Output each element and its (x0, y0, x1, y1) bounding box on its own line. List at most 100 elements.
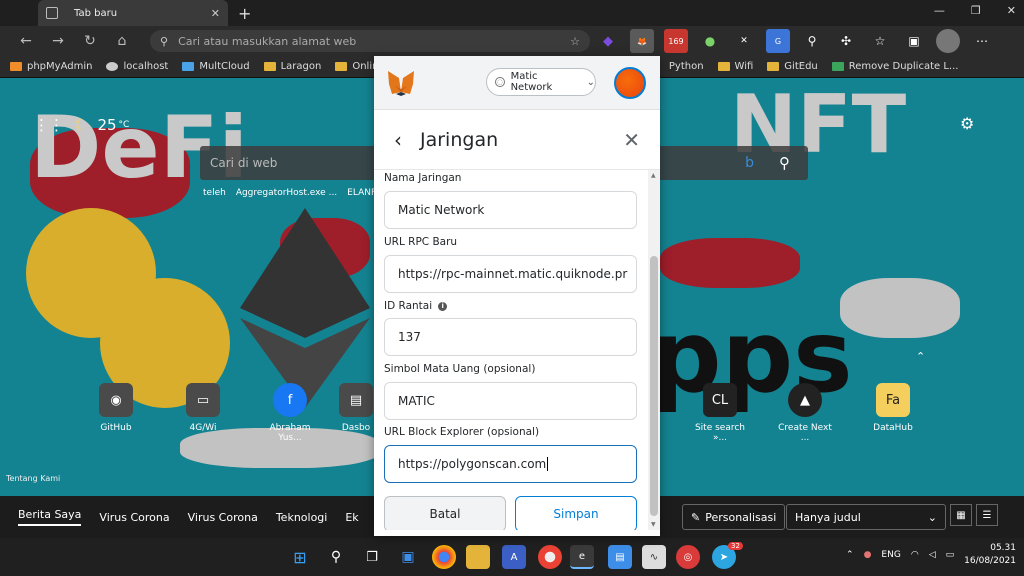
chrome-icon[interactable] (432, 545, 456, 569)
address-bar[interactable]: ⚲ Cari atau masukkan alamat web ☆ (150, 30, 590, 52)
notepad-icon[interactable]: ▤ (608, 545, 632, 569)
about-link[interactable]: Tentang Kami (6, 474, 60, 483)
bookmark-laragon[interactable]: Laragon (263, 61, 321, 72)
bookmark-multcloud[interactable]: MultCloud (182, 61, 250, 72)
list-view-icon[interactable]: ☰ (976, 504, 998, 526)
tab-new[interactable]: Tab baru ✕ (38, 0, 228, 26)
bookmark-python[interactable]: Python (669, 61, 704, 72)
puzzle-extensions-icon[interactable]: ✣ (834, 29, 858, 53)
collapse-chevron-icon[interactable]: ⌃ (916, 350, 925, 363)
tab-close-icon[interactable]: ✕ (211, 7, 220, 20)
tile-facebook[interactable]: f Abraham Yus... (260, 383, 320, 443)
wifi-icon[interactable]: ◠ (911, 550, 919, 560)
window-close-icon[interactable]: ✕ (1007, 4, 1016, 17)
personalize-button[interactable]: ✎ Personalisasi (682, 504, 786, 530)
scroll-down-icon[interactable]: ▼ (651, 521, 656, 528)
back-icon[interactable]: ← (10, 33, 42, 49)
save-button[interactable]: Simpan (515, 496, 637, 530)
moon-cloud-icon: ☾ (74, 116, 88, 134)
bookmark-localhost[interactable]: localhost (106, 61, 168, 72)
profile-avatar[interactable] (936, 29, 960, 53)
rpc-url-input[interactable]: https://rpc-mainnet.matic.quiknode.pr (384, 255, 637, 293)
tray-app-icon[interactable]: ● (864, 550, 872, 560)
clock[interactable]: 05.31 16/08/2021 (964, 542, 1016, 568)
scroll-thumb[interactable] (650, 256, 658, 516)
bookmark-icon (831, 62, 844, 71)
chrome-dev-icon[interactable] (538, 545, 562, 569)
restore-icon[interactable]: ❐ (971, 4, 981, 17)
favorites-icon[interactable]: ☆ (868, 29, 892, 53)
battery-icon[interactable]: ▭ (946, 550, 955, 560)
news-tab-virus-corona[interactable]: Virus Corona (99, 511, 169, 524)
task-view-icon[interactable]: ❐ (360, 545, 384, 569)
minimize-icon[interactable]: — (934, 4, 945, 17)
tile-create-next[interactable]: ▲ Create Next ... (775, 383, 835, 443)
monitor-icon[interactable]: ∿ (642, 545, 666, 569)
gmail-badge: 169 (668, 36, 684, 46)
pin-extension-icon[interactable]: ⚲ (800, 29, 824, 53)
tile-github[interactable]: ◉ GitHub (86, 383, 146, 433)
news-tab-berita-saya[interactable]: Berita Saya (18, 508, 82, 526)
home-icon[interactable]: ⌂ (106, 33, 138, 49)
bookmark-phpmyadmin[interactable]: phpMyAdmin (10, 61, 92, 72)
back-chevron-icon[interactable]: ‹ (394, 128, 402, 152)
tile-site-search[interactable]: CL Site search »... (690, 383, 750, 443)
translate-extension-icon[interactable]: G (766, 29, 790, 53)
language-indicator[interactable]: ENG (881, 550, 900, 560)
tile-4g[interactable]: ▭ 4G/Wi (173, 383, 233, 433)
tile-datahub[interactable]: Fa DataHub (863, 383, 923, 433)
extension-purple-icon[interactable]: ◆ (596, 29, 620, 53)
search-submit-icon[interactable]: ⚲ (779, 154, 790, 172)
metamask-extension-icon[interactable]: 🦊 (630, 29, 654, 53)
currency-symbol-input[interactable]: MATIC (384, 382, 637, 420)
chevron-down-icon: ⌄ (927, 510, 937, 524)
tile-dasbo[interactable]: ▤ Dasbo (336, 383, 376, 433)
tray-chevron-icon[interactable]: ⌃ (846, 550, 854, 560)
more-menu-icon[interactable]: ⋯ (970, 29, 994, 53)
weather-widget[interactable]: ⋮⋮ ☾ 25 °C (34, 116, 129, 134)
close-icon[interactable]: ✕ (623, 128, 640, 152)
extension-x-icon[interactable]: ✕ (732, 29, 756, 53)
bookmark-remove-duplicate[interactable]: Remove Duplicate L... (831, 61, 958, 72)
recent-item[interactable]: teleh (203, 188, 226, 198)
network-status-icon: ◌ (495, 77, 505, 87)
account-avatar[interactable] (614, 67, 646, 99)
start-icon[interactable]: ⊞ (288, 545, 312, 569)
news-tab-teknologi[interactable]: Teknologi (276, 511, 328, 524)
network-selector[interactable]: ◌ Matic Network ⌄ (486, 68, 596, 96)
block-explorer-input[interactable]: https://polygonscan.com (384, 445, 637, 483)
taskbar-search-icon[interactable]: ⚲ (324, 545, 348, 569)
info-icon[interactable]: i (438, 301, 448, 311)
widgets-icon[interactable]: ▣ (396, 545, 420, 569)
scroll-up-icon[interactable]: ▲ (651, 172, 656, 179)
recent-item[interactable]: AggregatorHost.exe ... (236, 188, 337, 198)
vercel-icon: ▲ (788, 383, 822, 417)
app-icon[interactable]: A (502, 545, 526, 569)
bookmark-gitedu[interactable]: GitEdu (767, 61, 818, 72)
apps-grid-icon[interactable]: ⋮⋮ (34, 116, 64, 134)
collections-icon[interactable]: ▣ (902, 29, 926, 53)
edge-icon[interactable]: e (570, 545, 594, 569)
gmail-extension-icon[interactable]: 169 (664, 29, 688, 53)
new-tab-plus-icon[interactable]: + (238, 4, 251, 23)
news-tab-virus-corona-2[interactable]: Virus Corona (188, 511, 258, 524)
news-tab-ek[interactable]: Ek (345, 511, 358, 524)
file-explorer-icon[interactable] (466, 545, 490, 569)
view-select[interactable]: Hanya judul ⌄ (786, 504, 946, 530)
grid-view-icon[interactable]: ▦ (950, 504, 972, 526)
search-placeholder: Cari di web (210, 156, 278, 170)
anydesk-icon[interactable]: ◎ (676, 545, 700, 569)
extension-green-icon[interactable]: ● (698, 29, 722, 53)
refresh-icon[interactable]: ↻ (74, 33, 106, 49)
volume-icon[interactable]: ◁ (929, 550, 936, 560)
form-scrollbar[interactable]: ▲ ▼ (648, 170, 660, 530)
network-name-input[interactable]: Matic Network (384, 191, 637, 229)
recent-item[interactable]: ELANF (347, 188, 376, 198)
cancel-button[interactable]: Batal (384, 496, 506, 530)
favorite-star-icon[interactable]: ☆ (570, 35, 580, 48)
bing-icon[interactable]: b (745, 155, 754, 171)
forward-icon[interactable]: → (42, 33, 74, 49)
settings-gear-icon[interactable]: ⚙ (960, 114, 974, 133)
bookmark-wifi[interactable]: Wifi (717, 61, 753, 72)
chain-id-input[interactable]: 137 (384, 318, 637, 356)
